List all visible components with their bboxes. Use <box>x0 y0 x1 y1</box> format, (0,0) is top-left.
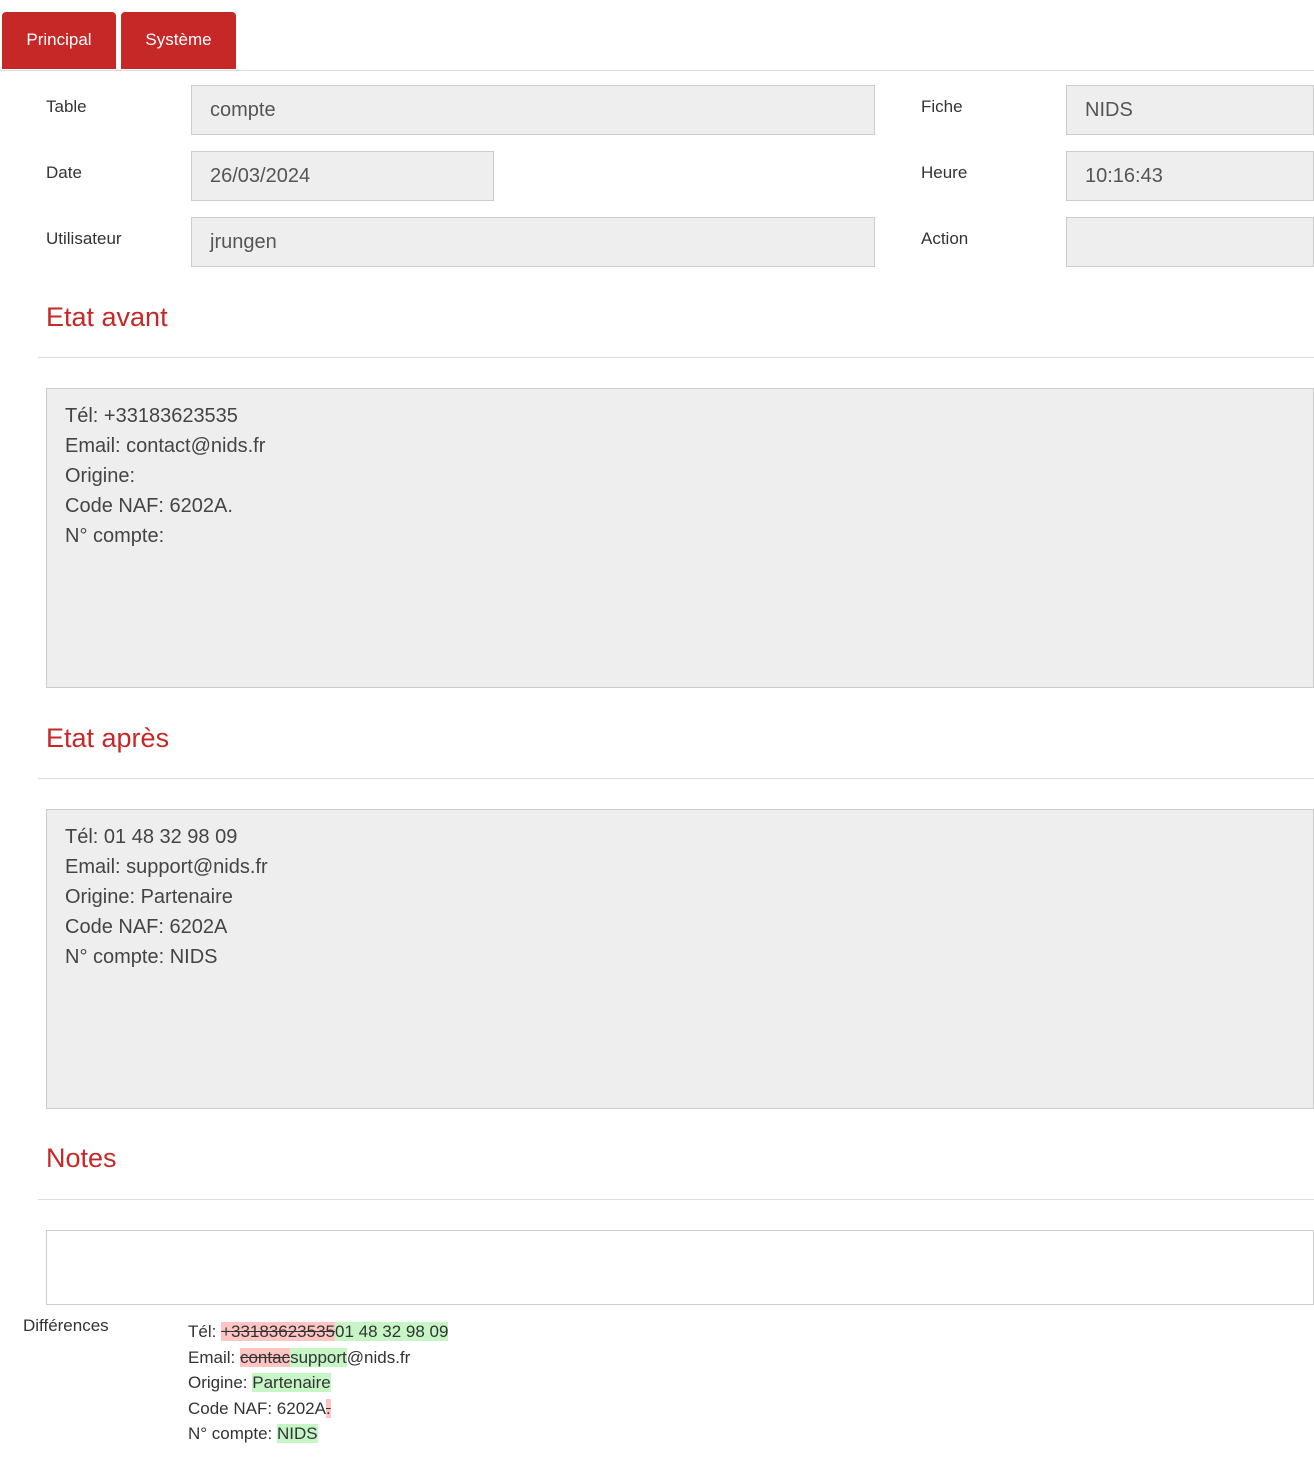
divider <box>38 778 1314 779</box>
differences-content: Tél: +3318362353501 48 32 98 09 Email: c… <box>188 1319 449 1447</box>
diff-removed: +33183623535 <box>221 1322 335 1341</box>
diff-line: Tél: +3318362353501 48 32 98 09 <box>188 1322 449 1341</box>
notes-textarea[interactable] <box>46 1230 1314 1305</box>
state-line: Origine: Partenaire <box>65 886 233 908</box>
diff-line: Code NAF: 6202A. <box>188 1398 331 1418</box>
etat-avant-title: Etat avant <box>46 302 168 332</box>
diff-removed: contac <box>239 1347 291 1367</box>
diff-line: Email: contacsupport@nids.fr <box>188 1347 411 1367</box>
heure-field[interactable]: 10:16:43 <box>1066 151 1314 201</box>
date-field[interactable]: 26/03/2024 <box>191 151 494 201</box>
heure-label: Heure <box>921 163 968 182</box>
table-field[interactable]: compte <box>191 85 875 135</box>
fiche-field[interactable]: NIDS <box>1066 85 1314 135</box>
diff-line: Origine: Partenaire <box>188 1373 331 1392</box>
tab-bar: Principal Système <box>0 0 1314 71</box>
differences-label: Différences <box>23 1316 109 1335</box>
etat-apres-textarea[interactable]: Tél: 01 48 32 98 09 Email: support@nids.… <box>46 809 1314 1109</box>
etat-avant-textarea[interactable]: Tél: +33183623535 Email: contact@nids.fr… <box>46 388 1314 688</box>
tab-principal[interactable]: Principal <box>2 12 116 69</box>
action-label: Action <box>921 229 969 248</box>
state-line: Code NAF: 6202A. <box>65 495 233 517</box>
diff-added: NIDS <box>277 1424 318 1443</box>
utilisateur-label: Utilisateur <box>46 229 122 248</box>
utilisateur-field[interactable]: jrungen <box>191 217 875 267</box>
diff-added: Partenaire <box>252 1373 331 1392</box>
state-line: Email: contact@nids.fr <box>65 435 266 457</box>
diff-added: support <box>290 1347 347 1367</box>
action-field[interactable] <box>1066 217 1314 267</box>
state-line: Code NAF: 6202A <box>65 916 228 938</box>
divider <box>38 1199 1314 1200</box>
state-line: Email: support@nids.fr <box>65 856 268 878</box>
diff-added: 01 48 32 98 09 <box>335 1322 449 1341</box>
notes-title: Notes <box>46 1143 117 1173</box>
divider <box>38 357 1314 358</box>
state-line: N° compte: NIDS <box>65 946 218 968</box>
etat-apres-title: Etat après <box>46 723 170 753</box>
table-label: Table <box>46 97 87 116</box>
state-line: Tél: 01 48 32 98 09 <box>65 826 238 848</box>
fiche-label: Fiche <box>921 97 963 116</box>
diff-line: N° compte: NIDS <box>188 1424 318 1443</box>
date-label: Date <box>46 163 82 182</box>
tab-systeme[interactable]: Système <box>121 12 236 69</box>
diff-removed: . <box>325 1398 331 1418</box>
state-line: Origine: <box>65 465 136 487</box>
state-line: Tél: +33183623535 <box>65 405 238 427</box>
state-line: N° compte: <box>65 525 165 547</box>
